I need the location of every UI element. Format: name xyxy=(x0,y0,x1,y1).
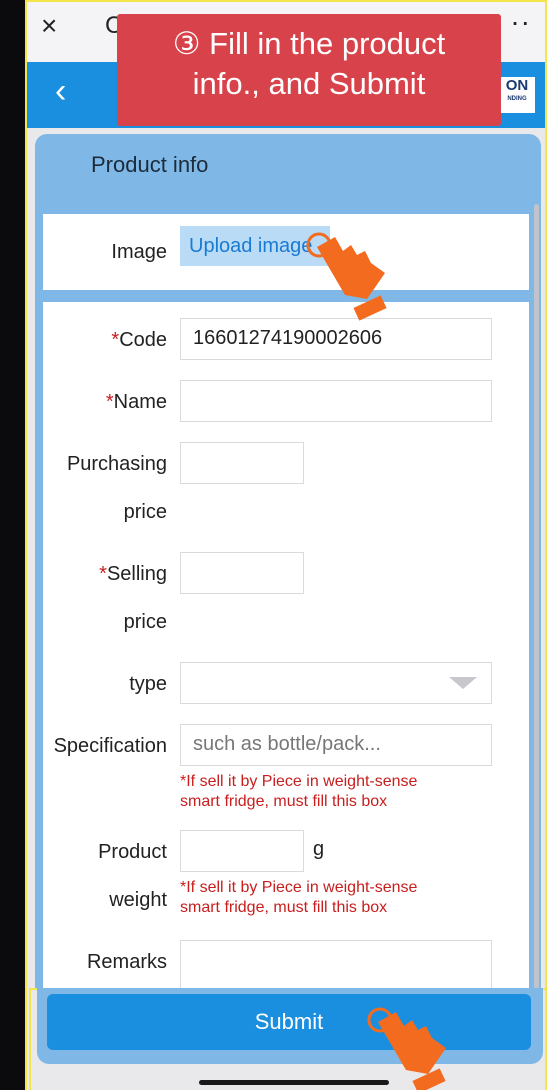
chevron-down-icon xyxy=(449,677,477,689)
app-frame: × C ·· ‹ ON NDING ③ Fill in the product … xyxy=(25,0,547,1090)
product-weight-hint: *If sell it by Piece in weight-sense sma… xyxy=(180,879,418,916)
callout-line-2: info., and Submit xyxy=(192,66,426,101)
instruction-callout: ③ Fill in the product info., and Submit xyxy=(117,14,501,126)
close-icon[interactable]: × xyxy=(41,10,57,42)
specification-input[interactable]: such as bottle/pack... xyxy=(180,724,492,766)
purchasing-price-input[interactable] xyxy=(180,442,304,484)
submit-button[interactable]: Submit xyxy=(47,994,531,1050)
name-label: *Name xyxy=(105,391,167,413)
type-select[interactable] xyxy=(180,662,492,704)
specification-label: Specification xyxy=(53,735,167,757)
logo-text: ON xyxy=(505,77,529,94)
product-form: *Code 16601274190002606 *Name Purchasing… xyxy=(43,302,529,992)
selling-price-input[interactable] xyxy=(180,552,304,594)
selling-price-label-2: price xyxy=(123,611,167,633)
image-row: Image Upload image xyxy=(43,214,529,290)
submit-highlight: Submit xyxy=(29,988,545,1090)
specification-hint: *If sell it by Piece in weight-sense sma… xyxy=(180,773,418,810)
weight-unit: g xyxy=(313,838,325,860)
type-label: type xyxy=(129,673,167,695)
purchasing-price-label-2: price xyxy=(123,501,167,523)
code-input[interactable]: 16601274190002606 xyxy=(180,318,492,360)
product-weight-label-2: weight xyxy=(109,889,167,911)
product-weight-input[interactable] xyxy=(180,830,304,872)
scrollbar[interactable] xyxy=(534,204,539,1004)
card-title: Product info xyxy=(91,152,209,177)
tap-hand-icon xyxy=(367,1007,446,1090)
back-icon[interactable]: ‹ xyxy=(55,72,66,111)
product-info-card: Product info Image Upload image *Code 16… xyxy=(35,134,541,1070)
code-label: *Code xyxy=(111,329,167,351)
purchasing-price-label-1: Purchasing xyxy=(66,453,167,475)
more-icon[interactable]: ·· xyxy=(510,6,531,38)
remarks-input[interactable] xyxy=(180,940,492,992)
home-indicator[interactable] xyxy=(199,1080,389,1085)
brand-logo: ON NDING xyxy=(499,77,535,113)
remarks-label: Remarks xyxy=(86,951,167,973)
product-weight-label-1: Product xyxy=(98,841,167,863)
logo-subtext: NDING xyxy=(507,96,527,102)
image-label: Image xyxy=(111,241,167,263)
submit-card: Submit xyxy=(37,988,543,1064)
tap-hand-icon xyxy=(306,232,387,321)
selling-price-label-1: *Selling xyxy=(99,563,167,585)
name-input[interactable] xyxy=(180,380,492,422)
callout-line-1: ③ Fill in the product xyxy=(172,26,446,61)
